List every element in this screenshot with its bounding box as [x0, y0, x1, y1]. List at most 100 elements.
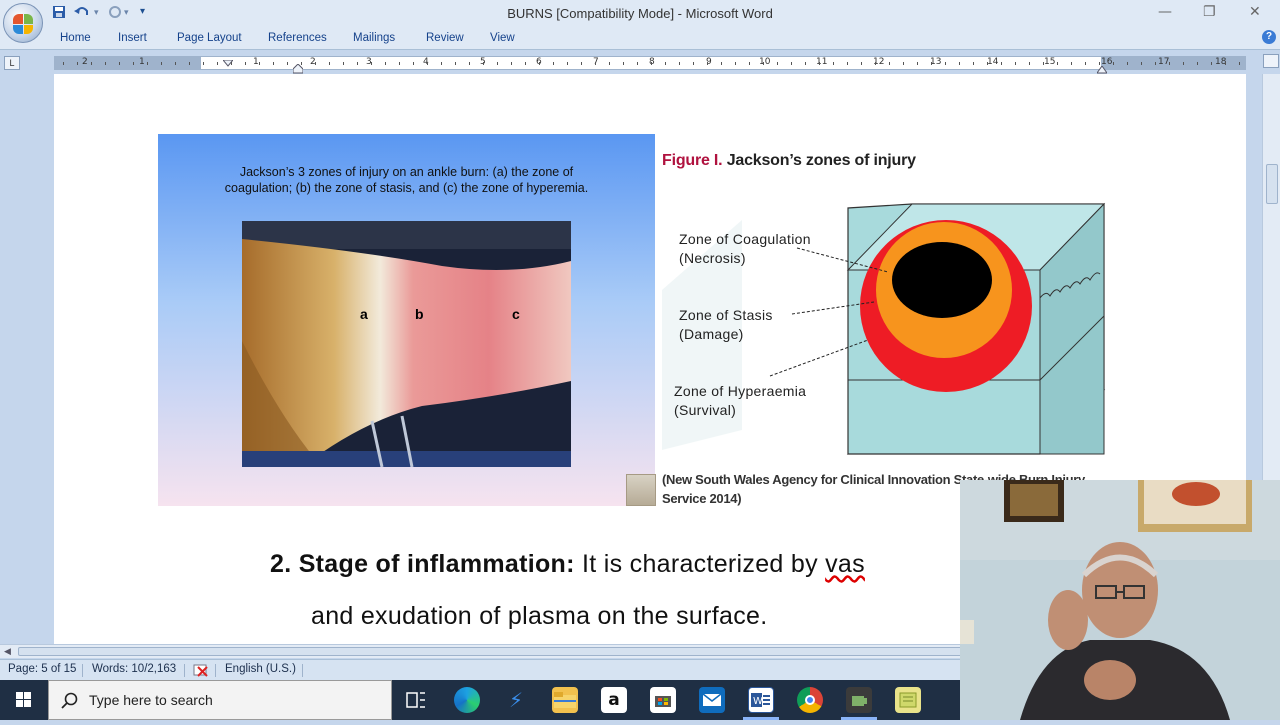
office-button[interactable] — [3, 3, 43, 43]
ruler-tick — [217, 62, 218, 65]
view-ruler-icon[interactable] — [1263, 54, 1279, 68]
zone-label-stasis: Zone of Stasis (Damage) — [679, 306, 773, 344]
ruler-tick — [847, 62, 848, 65]
ruler-tick — [581, 62, 582, 65]
ruler-tick — [357, 62, 358, 65]
ruler-tick — [749, 62, 750, 65]
svg-text:W: W — [753, 696, 763, 707]
ruler-tick — [553, 62, 554, 65]
vertical-scroll-thumb[interactable] — [1266, 164, 1278, 204]
tab-mailings[interactable]: Mailings — [353, 32, 395, 44]
ruler-tick — [889, 62, 890, 65]
ruler-tick — [175, 62, 176, 65]
body-line-1: 2. Stage of inflammation: It is characte… — [270, 550, 865, 579]
misspelled-word[interactable]: vas — [825, 550, 865, 578]
tab-references[interactable]: References — [268, 32, 327, 44]
tab-view[interactable]: View — [490, 32, 515, 44]
status-divider — [215, 664, 216, 677]
presenter-hand — [1048, 590, 1088, 650]
ruler-tick — [693, 62, 694, 65]
coagulation-zone — [892, 242, 992, 318]
ruler-tick — [1141, 62, 1142, 65]
word-icon[interactable]: W — [748, 687, 774, 713]
ruler-number: 1 — [253, 57, 259, 67]
ruler-tick — [721, 62, 722, 65]
status-divider — [184, 664, 185, 677]
edge-icon[interactable] — [454, 687, 480, 713]
mail-icon[interactable] — [699, 687, 725, 713]
ruler-tick — [497, 62, 498, 65]
webcam-overlay — [960, 480, 1280, 720]
ruler-tick — [833, 62, 834, 65]
ruler-tick — [931, 62, 932, 65]
chrome-icon[interactable] — [797, 687, 823, 713]
help-icon[interactable]: ? — [1262, 30, 1276, 44]
ruler-tick — [413, 62, 414, 65]
ruler-tick — [861, 62, 862, 65]
office-logo-icon — [13, 14, 33, 34]
horizontal-ruler[interactable]: 2 1 1 2 3 4 5 6 7 8 9 10 11 12 13 14 15 … — [54, 56, 1246, 74]
photo-label-a: a — [360, 306, 368, 322]
ruler-tick — [679, 62, 680, 65]
ruler-tick — [1155, 62, 1156, 65]
horizontal-scroll-thumb[interactable] — [18, 647, 1018, 656]
minimize-button[interactable]: — — [1158, 4, 1172, 20]
body-text: It is characterized by — [574, 550, 826, 578]
store-icon[interactable] — [650, 687, 676, 713]
tab-selector[interactable]: L — [4, 56, 20, 70]
ruler-tick — [987, 62, 988, 65]
ruler-tick — [161, 62, 162, 65]
ruler-tick — [1057, 62, 1058, 65]
start-button[interactable] — [0, 680, 48, 720]
window-title: BURNS [Compatibility Mode] - Microsoft W… — [507, 6, 773, 21]
ruler-tick — [245, 62, 246, 65]
tab-review[interactable]: Review — [426, 32, 464, 44]
ruler-number: 14 — [987, 57, 999, 67]
ruler-tick — [371, 62, 372, 65]
ruler-tick — [1239, 62, 1240, 65]
word-count[interactable]: Words: 10/2,163 — [92, 663, 176, 675]
ruler-tick — [427, 62, 428, 65]
close-button[interactable]: ✕ — [1249, 4, 1261, 20]
camera-app-icon[interactable] — [846, 687, 872, 713]
ruler-tick — [1169, 62, 1170, 65]
restore-button[interactable]: ❐ — [1203, 4, 1216, 20]
ruler-number: 1 — [139, 57, 145, 67]
azure-data-icon[interactable]: ⚡ — [503, 687, 529, 713]
ruler-tick — [455, 62, 456, 65]
ruler-number: 10 — [759, 57, 771, 67]
ruler-tick — [511, 62, 512, 65]
tab-home[interactable]: Home — [60, 32, 91, 44]
ruler-number: 2 — [82, 57, 88, 67]
ruler-tick — [469, 62, 470, 65]
tab-page-layout[interactable]: Page Layout — [177, 32, 242, 44]
ruler-tick — [917, 62, 918, 65]
ribbon-tabs: Home Insert Page Layout References Maili… — [0, 28, 1280, 50]
body-line-2: and exudation of plasma on the surface. — [311, 602, 768, 630]
ruler-tick — [1015, 62, 1016, 65]
zone-line: (Damage) — [679, 326, 744, 342]
ruler-tick — [63, 62, 64, 65]
amazon-icon[interactable]: a — [601, 687, 627, 713]
ruler-tick — [651, 62, 652, 65]
ruler-tick — [77, 62, 78, 65]
ruler-tick — [1043, 62, 1044, 65]
ruler-tick — [609, 62, 610, 65]
zone-line: Zone of Hyperaemia — [674, 383, 807, 399]
figure-label: Figure I. — [662, 152, 723, 169]
tab-insert[interactable]: Insert — [118, 32, 147, 44]
scroll-left-icon[interactable]: ◀ — [4, 646, 11, 657]
presenter-hand — [1084, 660, 1136, 700]
ruler-tick — [105, 62, 106, 65]
page-count[interactable]: Page: 5 of 15 — [8, 663, 76, 675]
ruler-tick — [875, 62, 876, 65]
task-view-icon[interactable] — [403, 687, 429, 713]
ruler-tick — [959, 62, 960, 65]
notes-icon[interactable] — [895, 687, 921, 713]
taskbar-search[interactable]: Type here to search — [48, 680, 392, 720]
language-indicator[interactable]: English (U.S.) — [225, 663, 296, 675]
ruler-tick — [567, 62, 568, 65]
file-explorer-icon[interactable] — [552, 687, 578, 713]
ruler-tick — [973, 62, 974, 65]
ruler-tick — [805, 62, 806, 65]
